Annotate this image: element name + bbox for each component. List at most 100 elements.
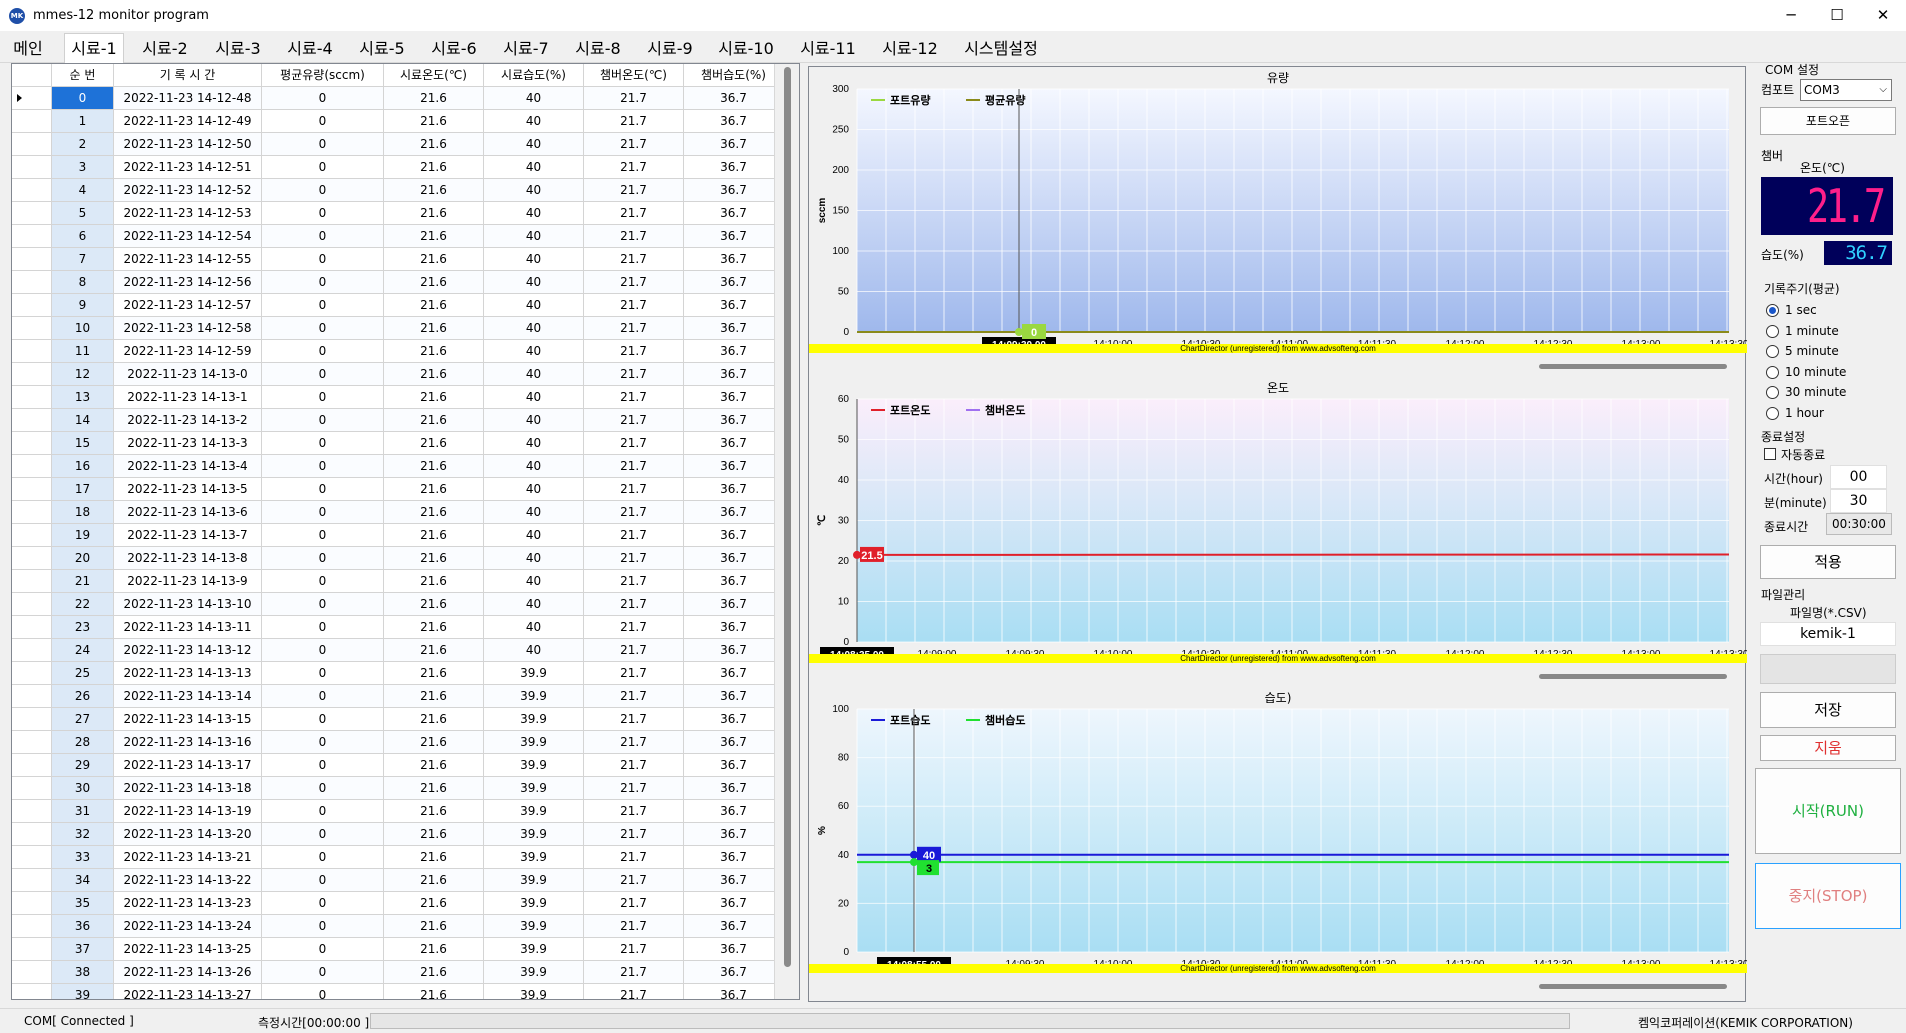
table-cell[interactable]: 0 bbox=[262, 754, 384, 777]
grid-vertical-scrollbar[interactable] bbox=[774, 64, 799, 999]
table-cell[interactable]: 0 bbox=[262, 363, 384, 386]
table-cell[interactable]: 2022-11-23 14-12-59 bbox=[114, 340, 262, 363]
table-cell[interactable]: 21.7 bbox=[584, 409, 684, 432]
row-header[interactable] bbox=[12, 639, 52, 662]
table-cell[interactable]: 36 bbox=[52, 915, 114, 938]
row-header[interactable] bbox=[12, 455, 52, 478]
period-radio-5[interactable] bbox=[1766, 406, 1779, 420]
table-cell[interactable]: 35 bbox=[52, 892, 114, 915]
table-cell[interactable]: 36.7 bbox=[684, 869, 784, 892]
row-header[interactable] bbox=[12, 225, 52, 248]
grid-scroll-thumb[interactable] bbox=[784, 67, 791, 967]
table-cell[interactable]: 36.7 bbox=[684, 593, 784, 616]
chart-scroll-thumb[interactable] bbox=[1539, 984, 1727, 989]
table-cell[interactable]: 21.7 bbox=[584, 984, 684, 999]
table-cell[interactable]: 39.9 bbox=[484, 731, 584, 754]
table-cell[interactable]: 31 bbox=[52, 800, 114, 823]
column-header[interactable]: 챔버습도(%) bbox=[684, 64, 784, 87]
table-cell[interactable]: 19 bbox=[52, 524, 114, 547]
table-cell[interactable]: 0 bbox=[262, 156, 384, 179]
table-cell[interactable]: 36.7 bbox=[684, 708, 784, 731]
table-cell[interactable]: 21.7 bbox=[584, 363, 684, 386]
table-cell[interactable]: 21.6 bbox=[384, 800, 484, 823]
table-cell[interactable]: 2022-11-23 14-13-17 bbox=[114, 754, 262, 777]
table-cell[interactable]: 39.9 bbox=[484, 984, 584, 999]
table-cell[interactable]: 21.7 bbox=[584, 501, 684, 524]
table-cell[interactable]: 0 bbox=[262, 708, 384, 731]
column-header[interactable]: 기 록 시 간 bbox=[114, 64, 262, 87]
row-header[interactable] bbox=[12, 754, 52, 777]
table-cell[interactable]: 36.7 bbox=[684, 478, 784, 501]
table-cell[interactable]: 12 bbox=[52, 363, 114, 386]
row-header[interactable] bbox=[12, 271, 52, 294]
table-cell[interactable]: 0 bbox=[262, 639, 384, 662]
table-cell[interactable]: 2022-11-23 14-13-20 bbox=[114, 823, 262, 846]
table-cell[interactable]: 36.7 bbox=[684, 340, 784, 363]
table-cell[interactable]: 0 bbox=[262, 179, 384, 202]
row-header[interactable] bbox=[12, 340, 52, 363]
table-cell[interactable]: 0 bbox=[262, 777, 384, 800]
row-header[interactable] bbox=[12, 984, 52, 999]
period-radio-0[interactable] bbox=[1766, 304, 1779, 317]
table-cell[interactable]: 21.6 bbox=[384, 823, 484, 846]
row-header[interactable] bbox=[12, 248, 52, 271]
table-cell[interactable]: 36.7 bbox=[684, 915, 784, 938]
column-header[interactable]: 평균유량(sccm) bbox=[262, 64, 384, 87]
tab-9[interactable]: 시료-9 bbox=[640, 35, 700, 63]
table-cell[interactable]: 21.7 bbox=[584, 616, 684, 639]
table-cell[interactable]: 2022-11-23 14-13-14 bbox=[114, 685, 262, 708]
table-cell[interactable]: 40 bbox=[484, 225, 584, 248]
table-cell[interactable]: 0 bbox=[262, 547, 384, 570]
table-cell[interactable]: 21.7 bbox=[584, 754, 684, 777]
table-cell[interactable]: 0 bbox=[262, 225, 384, 248]
delete-button[interactable]: 지움 bbox=[1760, 735, 1896, 761]
table-cell[interactable]: 21.6 bbox=[384, 478, 484, 501]
table-cell[interactable]: 36.7 bbox=[684, 547, 784, 570]
table-cell[interactable]: 10 bbox=[52, 317, 114, 340]
row-header[interactable] bbox=[12, 869, 52, 892]
table-cell[interactable]: 36.7 bbox=[684, 87, 784, 110]
table-cell[interactable]: 21.6 bbox=[384, 110, 484, 133]
stop-button[interactable]: 중지(STOP) bbox=[1755, 863, 1901, 929]
table-cell[interactable]: 21.7 bbox=[584, 869, 684, 892]
table-cell[interactable]: 36.7 bbox=[684, 570, 784, 593]
table-cell[interactable]: 2022-11-23 14-12-48 bbox=[114, 87, 262, 110]
table-cell[interactable]: 21.6 bbox=[384, 892, 484, 915]
row-header[interactable] bbox=[12, 616, 52, 639]
row-header[interactable] bbox=[12, 409, 52, 432]
table-cell[interactable]: 40 bbox=[484, 340, 584, 363]
column-header[interactable]: 시료습도(%) bbox=[484, 64, 584, 87]
tab-13[interactable]: 시스템설정 bbox=[955, 35, 1047, 63]
table-cell[interactable]: 36.7 bbox=[684, 823, 784, 846]
table-cell[interactable]: 2022-11-23 14-13-12 bbox=[114, 639, 262, 662]
table-cell[interactable]: 2022-11-23 14-13-24 bbox=[114, 915, 262, 938]
table-cell[interactable]: 2022-11-23 14-12-55 bbox=[114, 248, 262, 271]
table-cell[interactable]: 2022-11-23 14-12-50 bbox=[114, 133, 262, 156]
row-header[interactable] bbox=[12, 570, 52, 593]
table-cell[interactable]: 21.6 bbox=[384, 662, 484, 685]
table-cell[interactable]: 39.9 bbox=[484, 823, 584, 846]
table-cell[interactable]: 18 bbox=[52, 501, 114, 524]
tab-12[interactable]: 시료-12 bbox=[872, 35, 948, 63]
table-cell[interactable]: 0 bbox=[262, 409, 384, 432]
table-cell[interactable]: 0 bbox=[262, 432, 384, 455]
table-cell[interactable]: 36.7 bbox=[684, 846, 784, 869]
table-cell[interactable]: 17 bbox=[52, 478, 114, 501]
row-header[interactable] bbox=[12, 294, 52, 317]
table-cell[interactable]: 36.7 bbox=[684, 984, 784, 999]
table-cell[interactable]: 28 bbox=[52, 731, 114, 754]
table-cell[interactable]: 21.6 bbox=[384, 294, 484, 317]
table-cell[interactable]: 21.6 bbox=[384, 593, 484, 616]
period-radio-1[interactable] bbox=[1766, 324, 1779, 338]
table-cell[interactable]: 29 bbox=[52, 754, 114, 777]
table-cell[interactable]: 2022-11-23 14-13-25 bbox=[114, 938, 262, 961]
table-cell[interactable]: 3 bbox=[52, 156, 114, 179]
table-cell[interactable]: 0 bbox=[262, 317, 384, 340]
table-cell[interactable]: 21.7 bbox=[584, 547, 684, 570]
row-header[interactable] bbox=[12, 961, 52, 984]
table-cell[interactable]: 40 bbox=[484, 386, 584, 409]
table-cell[interactable]: 0 bbox=[262, 685, 384, 708]
table-cell[interactable]: 40 bbox=[484, 570, 584, 593]
row-header[interactable] bbox=[12, 87, 52, 110]
table-cell[interactable]: 30 bbox=[52, 777, 114, 800]
